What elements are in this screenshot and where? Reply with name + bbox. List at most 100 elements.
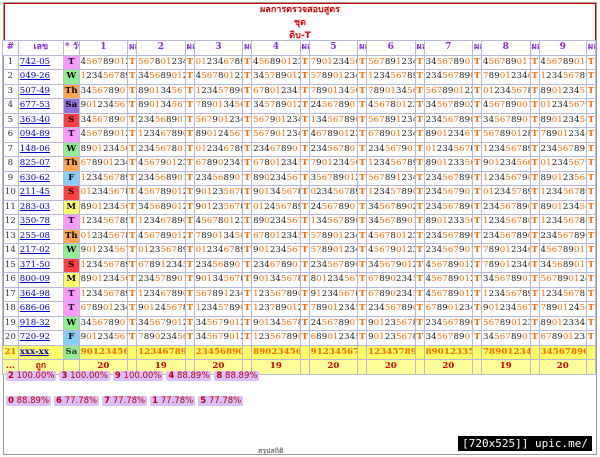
date-link[interactable]: 094-89 bbox=[20, 129, 50, 139]
sum-spacer bbox=[357, 359, 368, 375]
table-row: 19918-32W345678901T345679012T345679012T9… bbox=[2, 315, 597, 331]
date-link[interactable]: 371-50 bbox=[20, 260, 50, 270]
digit-cell: 567890123 bbox=[481, 315, 531, 331]
digit-cell: 678901235 bbox=[538, 330, 587, 346]
digit-cell: 456890123 bbox=[251, 54, 301, 70]
date-link[interactable]: 283-03 bbox=[20, 202, 50, 212]
result-mark: T bbox=[585, 185, 597, 201]
col-header-result: ผล bbox=[299, 40, 310, 56]
table-row: 20720-92F901234567T789023456T345679012T1… bbox=[2, 330, 597, 346]
date-link[interactable]: 507-49 bbox=[20, 86, 50, 96]
result-mark: T bbox=[184, 199, 195, 215]
date-cell: 364-98 bbox=[17, 286, 64, 302]
day-badge: W bbox=[62, 69, 80, 85]
date-link[interactable]: 049-26 bbox=[20, 71, 50, 81]
result-mark: T bbox=[414, 315, 425, 331]
result-mark: T bbox=[299, 257, 310, 273]
date-link[interactable]: 686-06 bbox=[20, 303, 50, 313]
day-badge: M bbox=[62, 199, 80, 215]
date-link[interactable]: 364-98 bbox=[20, 289, 50, 299]
stat-badge: 7 77.78% bbox=[102, 396, 148, 406]
row-number: 17 bbox=[2, 286, 19, 302]
digit-cell: 345689012 bbox=[538, 257, 587, 273]
table-row: 11283-03M890123456T345689012T901235678T0… bbox=[2, 199, 597, 215]
stat-percent: 77.78% bbox=[112, 396, 146, 406]
result-mark: T bbox=[529, 243, 540, 259]
col-header-digit: 9 bbox=[538, 40, 587, 56]
digit-cell: 901234567 bbox=[78, 243, 129, 259]
result-mark: T bbox=[472, 112, 483, 128]
result-mark: T bbox=[242, 272, 253, 288]
digit-cell: 123457890 bbox=[193, 83, 244, 99]
col-header-result: ผล bbox=[585, 40, 597, 56]
result-mark: T bbox=[472, 243, 483, 259]
result-mark: T bbox=[414, 228, 425, 244]
date-link[interactable]: 217-02 bbox=[20, 245, 50, 255]
result-mark: T bbox=[529, 112, 540, 128]
digit-cell: 345689012 bbox=[136, 69, 186, 85]
digit-cell: 901234567 bbox=[481, 301, 531, 317]
digit-cell: 345679012 bbox=[136, 315, 186, 331]
date-link[interactable]: 630-62 bbox=[20, 173, 50, 183]
row-number: 6 bbox=[2, 127, 19, 143]
result-mark: T bbox=[127, 330, 138, 346]
stat-percent: 88.89% bbox=[16, 396, 50, 406]
date-link[interactable]: 211-45 bbox=[20, 187, 50, 197]
digit-cell: 345678901 bbox=[481, 272, 531, 288]
result-mark: T bbox=[472, 315, 483, 331]
date-link[interactable]: 825-07 bbox=[20, 158, 50, 168]
result-mark: T bbox=[529, 54, 540, 70]
digit-cell: 567891234 bbox=[193, 286, 244, 302]
date-link[interactable]: xxx-xx bbox=[20, 347, 49, 357]
row-number: 19 bbox=[2, 315, 19, 331]
digit-cell: 456789013 bbox=[538, 243, 587, 259]
digit-cell: 567901234 bbox=[193, 112, 244, 128]
result-mark: T bbox=[585, 214, 597, 230]
sum-count: 20 bbox=[366, 359, 416, 375]
date-link[interactable]: 255-08 bbox=[20, 231, 50, 241]
digit-cell: 456780123 bbox=[366, 228, 416, 244]
result-mark bbox=[529, 344, 540, 360]
row-number: 5 bbox=[2, 112, 19, 128]
sum-count: 20 bbox=[423, 359, 474, 375]
date-link[interactable]: 677-53 bbox=[20, 100, 50, 110]
result-mark: T bbox=[127, 127, 138, 143]
table-row: 2049-26W123456789T345689012T456780123T34… bbox=[2, 69, 597, 85]
date-link[interactable]: 363-40 bbox=[20, 115, 50, 125]
result-mark bbox=[414, 344, 425, 360]
result-mark: T bbox=[529, 83, 540, 99]
result-mark: T bbox=[299, 54, 310, 70]
digit-cell: 345678901 bbox=[78, 83, 129, 99]
result-mark: T bbox=[529, 315, 540, 331]
result-mark: T bbox=[184, 257, 195, 273]
results-table: #เลข* วัน1ผล2ผล3ผล4ผล5ผล6ผล7ผล8ผล9ผล 174… bbox=[2, 40, 597, 375]
digit-cell: 345678901 bbox=[481, 112, 531, 128]
digit-cell: 456789012 bbox=[136, 228, 186, 244]
result-mark bbox=[127, 344, 138, 360]
digit-cell: 123456789 bbox=[366, 156, 416, 172]
digit-cell: 789012346 bbox=[481, 69, 531, 85]
table-row: 3507-49Th345678901T890134567T123457890T6… bbox=[2, 83, 597, 99]
digit-cell: 123457890 bbox=[366, 185, 416, 201]
date-link[interactable]: 800-09 bbox=[20, 274, 50, 284]
digit-cell: 012345679 bbox=[538, 156, 587, 172]
result-mark: T bbox=[299, 228, 310, 244]
date-cell: 148-06 bbox=[17, 141, 64, 157]
date-link[interactable]: 742-05 bbox=[20, 57, 50, 67]
digit-cell: 012346789 bbox=[193, 54, 244, 70]
date-link[interactable]: 720-92 bbox=[20, 332, 50, 342]
result-mark: T bbox=[414, 330, 425, 346]
result-mark: T bbox=[299, 199, 310, 215]
date-cell: 350-78 bbox=[17, 214, 64, 230]
result-mark: T bbox=[414, 98, 425, 114]
date-link[interactable]: 350-78 bbox=[20, 216, 50, 226]
date-link[interactable]: 148-06 bbox=[20, 144, 50, 154]
digit-cell: 234568901 bbox=[193, 257, 244, 273]
digit-cell: 567891234 bbox=[366, 112, 416, 128]
digit-cell: 134567890 bbox=[308, 214, 359, 230]
day-badge: S bbox=[62, 112, 80, 128]
stat-percent: 77.78% bbox=[208, 396, 242, 406]
stat-badge: 3 100.00% bbox=[59, 371, 110, 381]
date-link[interactable]: 918-32 bbox=[20, 318, 50, 328]
result-mark: T bbox=[127, 98, 138, 114]
